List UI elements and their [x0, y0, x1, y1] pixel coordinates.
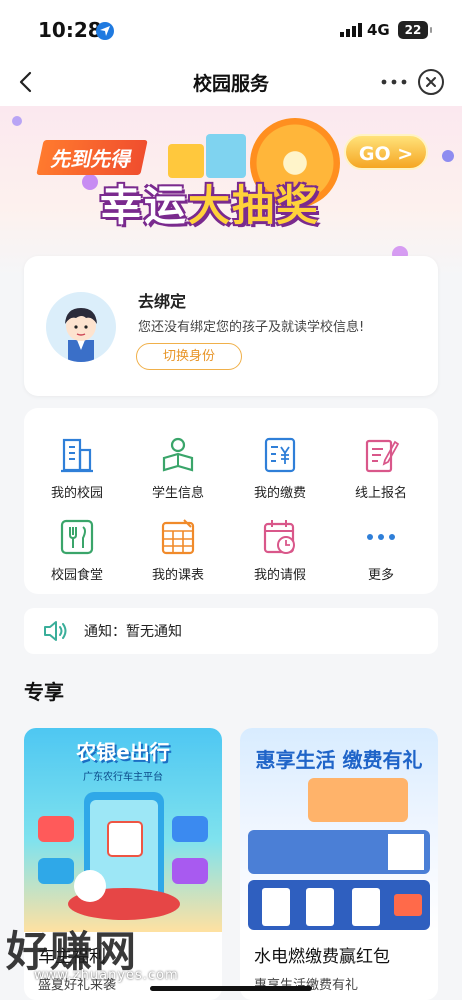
- payment-yuan-icon: [264, 437, 296, 473]
- service-grid: 我的校园 学生信息 我的缴费 线上报名 校园食堂 我的课表 我的请假 更多: [24, 408, 438, 594]
- grid-item-timetable[interactable]: 我的课表: [128, 518, 228, 598]
- promo-image-title: 惠享生活 缴费有礼: [255, 748, 423, 772]
- status-time: 10:28: [38, 18, 102, 42]
- avatar: [46, 292, 116, 362]
- decor-dot: [442, 150, 454, 162]
- promo-image-title: 农银e出行: [76, 740, 170, 764]
- school-building-icon: [61, 438, 93, 473]
- banner-headline-part2: 大抽奖: [188, 181, 321, 230]
- bind-card[interactable]: 去绑定 您还没有绑定您的孩子及就读学校信息! 切换身份: [24, 256, 438, 396]
- section-title: 专享: [24, 680, 64, 704]
- grid-item-leave-request[interactable]: 我的请假: [230, 518, 330, 598]
- grid-label: 学生信息: [151, 486, 204, 501]
- promo-illustration: [38, 792, 208, 920]
- promo-image: 农银e出行 广东农行车主平台: [24, 728, 222, 932]
- network-type: 4G: [367, 21, 390, 39]
- more-dots-icon: [367, 534, 395, 540]
- promo-title: 水电燃缴费赢红包: [254, 947, 390, 967]
- promo-image-subtitle: 广东农行车主平台: [83, 772, 163, 783]
- go-button[interactable]: GO >: [344, 134, 428, 170]
- promo-illustration: [248, 778, 430, 930]
- nav-bar: 校园服务: [0, 60, 462, 106]
- canteen-icon: [60, 519, 94, 555]
- signal-icon: [340, 23, 362, 37]
- banner-headline-part1: 幸运: [100, 181, 189, 230]
- grid-label: 我的请假: [253, 568, 306, 583]
- grid-item-online-signup[interactable]: 线上报名: [331, 436, 431, 516]
- grid-item-canteen[interactable]: 校园食堂: [27, 518, 127, 598]
- battery-icon: 22: [398, 21, 432, 39]
- timetable-icon: [161, 519, 195, 555]
- grid-item-student-info[interactable]: 学生信息: [128, 436, 228, 516]
- speaker-icon: [44, 621, 67, 641]
- grid-label: 我的缴费: [253, 486, 306, 501]
- leave-calendar-icon: [263, 520, 295, 554]
- banner-headline: 幸运大抽奖: [100, 172, 320, 233]
- banner-tag: 先到先得: [36, 140, 148, 175]
- lottery-banner[interactable]: 先到先得 幸运大抽奖 GO >: [0, 106, 462, 276]
- grid-label: 我的校园: [50, 486, 103, 501]
- watermark-url: www.zhuanyes.com: [34, 968, 179, 983]
- grid-label: 线上报名: [354, 486, 407, 501]
- close-miniapp-icon[interactable]: [418, 69, 444, 95]
- promo-image: 惠享生活 缴费有礼: [240, 728, 438, 932]
- grid-label: 我的课表: [151, 568, 204, 583]
- home-indicator: [150, 986, 312, 991]
- decor-dot: [82, 174, 98, 190]
- promo-card-utility-payment[interactable]: 惠享生活 缴费有礼 水电燃缴费赢红包 惠享生活缴费有礼: [240, 728, 438, 1000]
- decor-dot: [12, 116, 22, 126]
- notice-text: 通知：暂无通知: [84, 624, 182, 640]
- notice-bar[interactable]: 通知：暂无通知: [24, 608, 438, 654]
- status-bar: 10:28 4G 22: [0, 0, 462, 60]
- grid-item-more[interactable]: 更多: [331, 518, 431, 598]
- grid-label: 校园食堂: [50, 568, 103, 583]
- grid-item-my-payment[interactable]: 我的缴费: [230, 436, 330, 516]
- grid-label: 更多: [367, 568, 394, 583]
- online-signup-icon: [365, 439, 399, 473]
- bind-description: 您还没有绑定您的孩子及就读学校信息!: [138, 320, 365, 335]
- student-info-icon: [162, 437, 194, 472]
- location-arrow-icon: [96, 22, 114, 40]
- grid-item-my-school[interactable]: 我的校园: [27, 436, 127, 516]
- switch-identity-button[interactable]: 切换身份: [136, 343, 242, 370]
- bind-title: 去绑定: [138, 292, 187, 311]
- more-options-icon[interactable]: [380, 70, 408, 94]
